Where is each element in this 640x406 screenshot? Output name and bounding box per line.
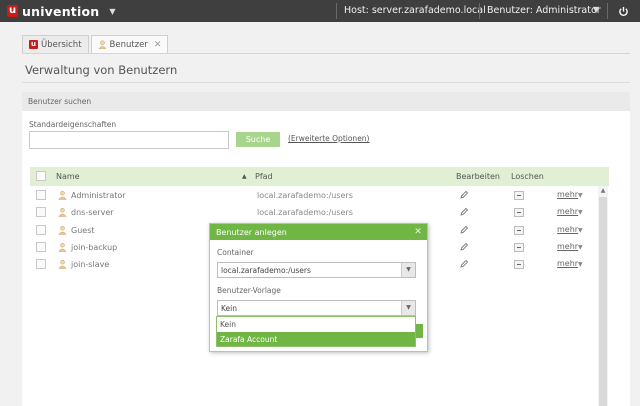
scrollbar-thumb[interactable] — [599, 197, 607, 406]
user-name[interactable]: join-backup — [71, 243, 117, 252]
user-icon — [58, 259, 67, 269]
close-icon[interactable]: ✕ — [154, 40, 162, 50]
chevron-down-icon[interactable]: ▼ — [578, 261, 583, 268]
power-button[interactable] — [613, 2, 633, 20]
delete-icon[interactable] — [514, 260, 524, 270]
univention-logo-icon: u — [7, 5, 18, 17]
search-button[interactable]: Suche — [236, 132, 280, 147]
chevron-down-icon[interactable]: ▼ — [109, 7, 115, 16]
property-label: Standardeigenschaften — [29, 120, 117, 129]
dialog-title: Benutzer anlegen — [210, 224, 427, 240]
scroll-up-icon[interactable]: ▲ — [598, 186, 608, 196]
column-name[interactable]: Name — [56, 172, 80, 181]
user-name[interactable]: join-slave — [71, 260, 109, 269]
top-header: u univention ▼ Host: server.zarafademo.l… — [0, 0, 640, 22]
title-divider — [22, 82, 630, 83]
module-tabs: u Übersicht Benutzer ✕ — [22, 35, 170, 53]
power-icon — [618, 6, 628, 16]
user-icon — [58, 207, 67, 218]
chevron-down-icon[interactable]: ▼ — [578, 227, 583, 234]
more-menu[interactable]: mehr — [557, 242, 578, 251]
close-icon[interactable]: ✕ — [413, 227, 423, 237]
user-icon — [58, 242, 67, 252]
user-menu[interactable]: Benutzer: Administrator — [487, 5, 601, 16]
chevron-down-icon[interactable]: ▼ — [401, 263, 415, 277]
container-value: local.zarafademo:/users — [221, 266, 311, 275]
user-name[interactable]: dns-server — [71, 208, 114, 217]
grid-header: Name ▲ Pfad Bearbeiten Loschen — [30, 167, 609, 186]
select-all-checkbox[interactable] — [36, 171, 46, 181]
dropdown-option-zarafa-account[interactable]: Zarafa Account — [217, 332, 415, 346]
header-divider — [336, 3, 337, 19]
header-divider — [607, 3, 608, 19]
template-select[interactable]: Kein ▼ — [217, 300, 416, 316]
container-select[interactable]: local.zarafademo:/users ▼ — [217, 262, 416, 278]
delete-icon[interactable] — [514, 225, 524, 235]
page-title: Verwaltung von Benutzern — [25, 63, 178, 77]
user-icon — [98, 40, 106, 49]
user-icon — [58, 225, 67, 235]
edit-icon[interactable] — [459, 259, 469, 269]
delete-icon[interactable] — [514, 208, 524, 218]
delete-icon[interactable] — [514, 242, 524, 252]
more-menu[interactable]: mehr — [557, 207, 578, 216]
chevron-down-icon[interactable]: ▼ — [578, 244, 583, 251]
row-checkbox[interactable] — [36, 259, 46, 270]
user-name[interactable]: Administrator — [71, 191, 126, 200]
delete-icon[interactable] — [514, 191, 524, 200]
tab-label: Übersicht — [41, 39, 82, 50]
row-checkbox[interactable] — [36, 207, 46, 218]
tab-overview[interactable]: u Übersicht — [22, 35, 89, 53]
univention-logo-icon: u — [29, 40, 38, 49]
univention-logo[interactable]: u univention ▼ — [7, 4, 116, 19]
search-section-title: Benutzer suchen — [28, 97, 92, 106]
search-input[interactable] — [29, 131, 229, 149]
table-row[interactable]: Administrator local.zarafademo:/users mehr… — [30, 187, 598, 204]
row-checkbox[interactable] — [36, 224, 46, 235]
row-checkbox[interactable] — [36, 241, 46, 252]
tab-label: Benutzer — [109, 39, 148, 50]
host-label: Host: server.zarafademo.local — [344, 5, 486, 16]
user-path: local.zarafademo:/users — [257, 191, 353, 200]
chevron-down-icon[interactable]: ▼ — [401, 301, 415, 315]
edit-icon[interactable] — [459, 225, 469, 235]
row-checkbox[interactable] — [36, 190, 46, 200]
edit-icon[interactable] — [459, 242, 469, 252]
column-delete: Loschen — [511, 172, 544, 181]
column-edit: Bearbeiten — [456, 172, 500, 181]
column-path[interactable]: Pfad — [255, 172, 273, 181]
user-path: local.zarafademo:/users — [257, 208, 353, 218]
more-menu[interactable]: mehr — [557, 190, 578, 199]
more-menu[interactable]: mehr — [557, 225, 578, 234]
user-icon — [58, 190, 67, 200]
tab-divider — [22, 53, 630, 54]
template-value: Kein — [221, 304, 237, 313]
edit-icon[interactable] — [459, 190, 469, 200]
chevron-down-icon[interactable]: ▼ — [578, 192, 583, 199]
container-label: Container — [217, 248, 254, 257]
template-dropdown: Kein Zarafa Account — [216, 316, 416, 347]
chevron-down-icon[interactable]: ▼ — [578, 209, 583, 216]
template-label: Benutzer-Vorlage — [217, 286, 281, 295]
brand-name: univention — [22, 3, 100, 19]
header-divider — [479, 3, 480, 19]
user-name[interactable]: Guest — [71, 226, 95, 235]
sort-ascending-icon[interactable]: ▲ — [242, 173, 247, 180]
tab-users[interactable]: Benutzer ✕ — [90, 35, 169, 53]
more-menu[interactable]: mehr — [557, 259, 578, 268]
search-section-header: Benutzer suchen — [22, 92, 630, 111]
dropdown-option-none[interactable]: Kein — [217, 317, 415, 331]
table-row[interactable]: dns-server local.zarafademo:/users mehr ▼ — [30, 204, 598, 221]
advanced-options-link[interactable]: (Erweiterte Optionen) — [288, 134, 369, 143]
edit-icon[interactable] — [459, 207, 469, 217]
chevron-down-icon[interactable]: ▼ — [593, 5, 599, 14]
